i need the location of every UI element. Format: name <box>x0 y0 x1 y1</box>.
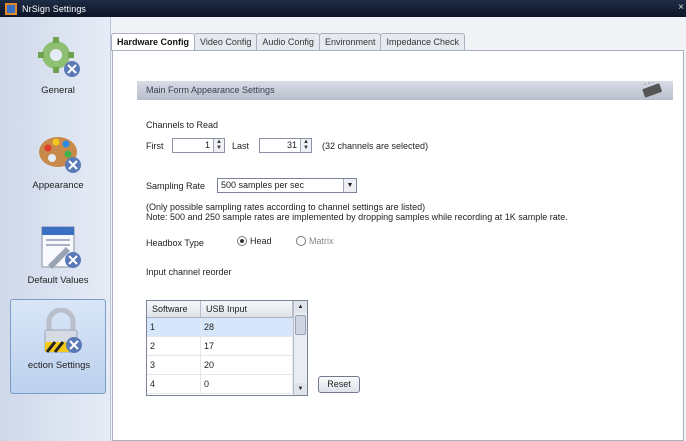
document-icon <box>41 226 81 269</box>
app-icon <box>5 2 17 15</box>
grid-header: Software USB Input <box>147 301 307 318</box>
sampling-rate-label: Sampling Rate <box>146 181 206 191</box>
channels-selected-note: (32 channels are selected) <box>322 141 429 151</box>
last-label: Last <box>232 141 250 151</box>
main-content: Hardware Config Video Config Audio Confi… <box>111 17 686 441</box>
first-label: First <box>146 141 164 151</box>
table-row[interactable]: 3 20 <box>147 356 307 375</box>
channel-reorder-grid[interactable]: Software USB Input 1 28 2 17 3 20 4 0 ▲ <box>146 300 308 396</box>
sidebar-item-label: Default Values <box>27 275 89 286</box>
tab-audio-config[interactable]: Audio Config <box>256 33 320 50</box>
sampling-rate-value: 500 samples per sec <box>221 180 305 190</box>
sidebar-item-appearance[interactable]: Appearance <box>10 120 106 215</box>
sidebar-item-connection-settings[interactable]: ection Settings <box>10 299 106 394</box>
table-row[interactable]: 4 0 <box>147 375 307 394</box>
sidebar-item-label: ection Settings <box>27 360 91 371</box>
cell-software: 3 <box>147 356 201 374</box>
last-channel-value: 31 <box>286 140 297 150</box>
cell-software: 1 <box>147 318 201 336</box>
spinner-buttons[interactable]: ▲ ▼ <box>300 139 311 152</box>
radio-matrix-label: Matrix <box>309 236 334 246</box>
table-row[interactable]: 2 17 <box>147 337 307 356</box>
sampling-note-1: (Only possible sampling rates according … <box>146 202 426 212</box>
section-title: Main Form Appearance Settings <box>146 85 275 95</box>
cell-usb-input[interactable]: 20 <box>201 356 293 374</box>
cell-software: 4 <box>147 375 201 393</box>
lock-icon <box>44 308 82 353</box>
tab-impedance-check[interactable]: Impedance Check <box>380 33 466 50</box>
down-arrow-icon[interactable]: ▼ <box>214 145 224 151</box>
chip-icon <box>642 82 662 98</box>
table-row[interactable]: 1 28 <box>147 318 307 337</box>
close-icon[interactable]: × <box>678 2 684 13</box>
first-channel-value: 1 <box>204 140 210 150</box>
channels-heading: Channels to Read <box>146 120 219 130</box>
headbox-label: Headbox Type <box>146 238 204 248</box>
input-channel-reorder-label: Input channel reorder <box>146 267 232 277</box>
sidebar-item-default-values[interactable]: Default Values <box>10 215 106 310</box>
sidebar-item-label: Appearance <box>32 180 84 191</box>
cell-software: 2 <box>147 337 201 355</box>
radio-matrix[interactable]: Matrix <box>296 236 334 246</box>
radio-head-label: Head <box>250 236 272 246</box>
column-header-software[interactable]: Software <box>147 301 201 317</box>
tab-video-config[interactable]: Video Config <box>194 33 258 50</box>
sidebar: General Appearance Default Values ection… <box>0 17 111 441</box>
grid-scrollbar[interactable]: ▲ ▼ <box>293 301 307 395</box>
sidebar-item-general[interactable]: General <box>10 25 106 120</box>
palette-icon <box>39 137 81 173</box>
column-header-usb-input[interactable]: USB Input <box>201 301 293 317</box>
gears-icon <box>38 37 80 77</box>
scroll-up-icon[interactable]: ▲ <box>294 301 307 313</box>
down-arrow-icon[interactable]: ▼ <box>301 145 311 151</box>
radio-head[interactable]: Head <box>237 236 272 246</box>
window-title: NrSign Settings <box>22 3 87 14</box>
last-channel-spinner[interactable]: 31 ▲ ▼ <box>259 138 312 153</box>
first-channel-spinner[interactable]: 1 ▲ ▼ <box>172 138 225 153</box>
sampling-note-2: Note: 500 and 250 sample rates are imple… <box>146 212 568 222</box>
scroll-thumb[interactable] <box>295 315 306 335</box>
radio-unselected-indicator <box>296 236 306 246</box>
cell-usb-input[interactable]: 28 <box>201 318 293 336</box>
scroll-down-icon[interactable]: ▼ <box>294 383 307 395</box>
section-header: Main Form Appearance Settings <box>137 81 673 100</box>
spinner-buttons[interactable]: ▲ ▼ <box>213 139 224 152</box>
tab-hardware-config[interactable]: Hardware Config <box>111 33 196 51</box>
cell-usb-input[interactable]: 0 <box>201 375 293 393</box>
sidebar-item-label: General <box>41 85 75 96</box>
tab-strip: Hardware Config Video Config Audio Confi… <box>111 33 466 51</box>
title-bar: NrSign Settings × <box>0 0 686 17</box>
tab-environment[interactable]: Environment <box>318 33 382 50</box>
reset-button[interactable]: Reset <box>318 376 360 393</box>
radio-selected-indicator <box>237 236 247 246</box>
sampling-rate-select[interactable]: 500 samples per sec ▼ <box>217 178 357 193</box>
tab-panel: Main Form Appearance Settings Channels t… <box>112 50 684 441</box>
chevron-down-icon[interactable]: ▼ <box>343 179 356 192</box>
cell-usb-input[interactable]: 17 <box>201 337 293 355</box>
